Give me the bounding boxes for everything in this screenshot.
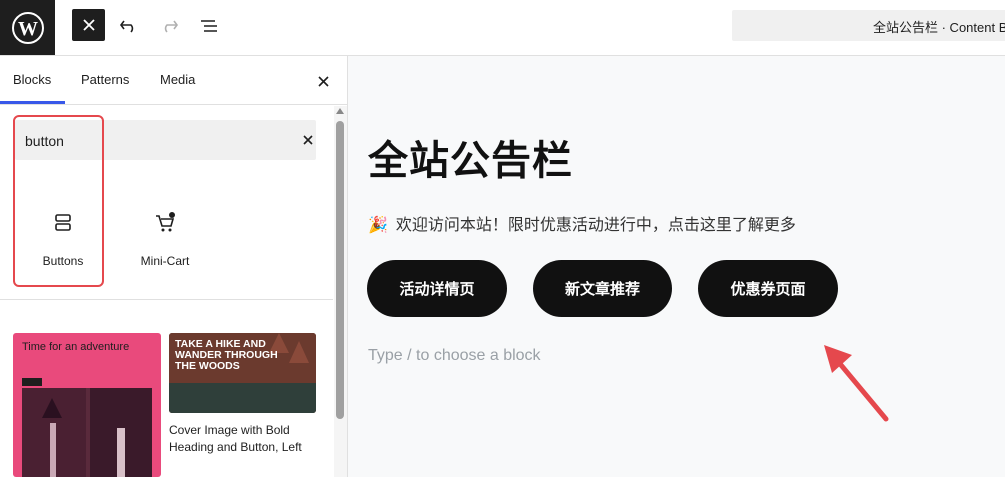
waterfall-image (22, 388, 152, 477)
buttons-block-icon (55, 214, 71, 231)
editor-header: W 全站公告栏 · Content B (0, 0, 1005, 56)
coupon-page-button[interactable]: 优惠券页面 (698, 260, 838, 317)
list-view-icon (201, 20, 217, 32)
close-icon (303, 135, 313, 145)
page-title[interactable]: 全站公告栏 (368, 128, 573, 186)
document-title: 全站公告栏 · Content B (873, 20, 1005, 35)
pattern-preview-text: TAKE A HIKE AND WANDER THROUGH THE WOODS (175, 338, 278, 372)
block-label: Mini-Cart (140, 254, 190, 268)
pattern-caption: Cover Image with Bold Heading and Button… (169, 423, 302, 454)
pattern-preview-adventure[interactable]: Time for an adventure (13, 333, 161, 477)
list-view-button[interactable] (192, 10, 226, 42)
document-title-bar[interactable]: 全站公告栏 · Content B (732, 10, 1005, 41)
redo-button[interactable] (152, 10, 186, 42)
block-inserter-panel: Blocks Patterns Media Buttons (0, 56, 348, 477)
pattern-preview-button (22, 378, 42, 386)
new-articles-button[interactable]: 新文章推荐 (533, 260, 672, 317)
block-placeholder[interactable]: Type / to choose a block (368, 347, 541, 365)
clear-search-button[interactable] (300, 132, 316, 148)
scrollbar[interactable] (334, 106, 347, 477)
block-search-box (15, 120, 316, 160)
tab-patterns[interactable]: Patterns (81, 72, 129, 87)
mini-cart-icon (156, 212, 175, 232)
party-popper-icon: 🎉 (368, 217, 388, 234)
block-label: Buttons (42, 254, 84, 268)
scrollbar-thumb[interactable] (336, 121, 344, 419)
close-panel-button[interactable] (313, 71, 333, 91)
redo-icon (164, 20, 178, 33)
wordpress-logo-icon[interactable]: W (0, 0, 55, 55)
scroll-up-arrow-icon[interactable] (336, 108, 344, 114)
close-icon (317, 75, 329, 87)
activity-details-button[interactable]: 活动详情页 (367, 260, 507, 317)
block-search-input[interactable] (25, 131, 265, 151)
active-tab-indicator (0, 101, 65, 104)
block-mini-cart[interactable]: Mini-Cart (124, 204, 204, 274)
block-buttons[interactable]: Buttons (22, 204, 102, 274)
editor-canvas: 全站公告栏 🎉 欢迎访问本站！限时优惠活动进行中，点击这里了解更多 活动详情页 新… (348, 56, 1005, 477)
section-divider (0, 299, 333, 300)
svg-text:W: W (18, 18, 38, 40)
arrow-annotation-icon (824, 345, 889, 422)
undo-button[interactable] (112, 10, 146, 42)
pattern-preview-hike[interactable]: TAKE A HIKE AND WANDER THROUGH THE WOODS (169, 333, 316, 413)
close-icon (82, 19, 95, 31)
notice-text: 欢迎访问本站！限时优惠活动进行中，点击这里了解更多 (395, 217, 796, 234)
tab-blocks[interactable]: Blocks (13, 72, 51, 87)
close-inserter-button[interactable] (72, 9, 105, 41)
undo-icon (120, 20, 134, 33)
pattern-preview-text: Time for an adventure (22, 341, 130, 353)
notice-paragraph[interactable]: 🎉 欢迎访问本站！限时优惠活动进行中，点击这里了解更多 (368, 211, 796, 235)
inserter-tabs: Blocks Patterns Media (0, 56, 347, 105)
tab-media[interactable]: Media (160, 72, 195, 87)
